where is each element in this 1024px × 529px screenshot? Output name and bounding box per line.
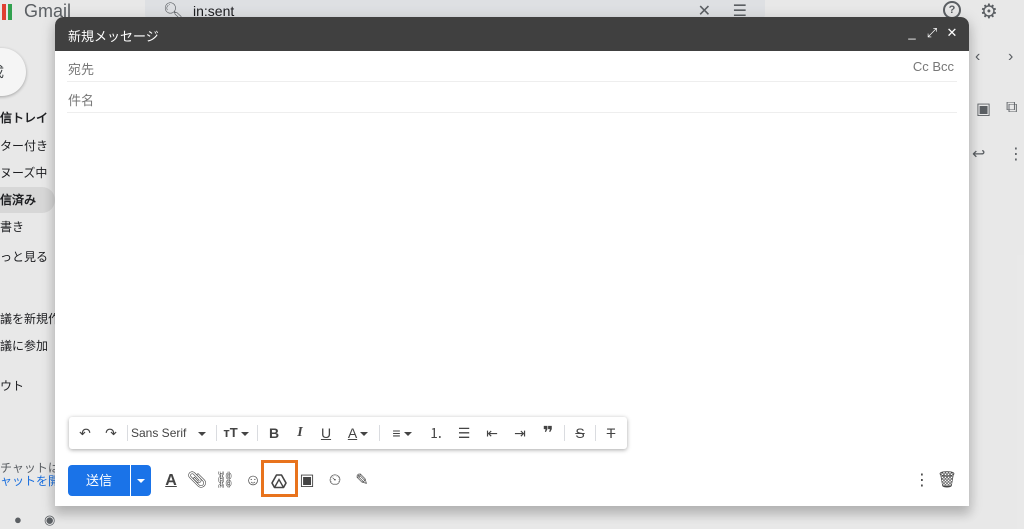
attach-file-icon[interactable]: 📎︎ <box>185 469 209 493</box>
formatting-toolbar: ↶ ↷ Sans Serif тT B I U A ≡ ⒈ ☰ ⇤ ⇥ ❞ S … <box>69 417 627 449</box>
insert-signature-icon[interactable]: ✎ <box>350 469 374 493</box>
indent-less-icon[interactable]: ⇤ <box>479 417 505 449</box>
indent-more-icon[interactable]: ⇥ <box>507 417 533 449</box>
confidential-mode-icon[interactable]: ⏲ <box>323 469 347 493</box>
separator <box>216 425 217 441</box>
font-family-label: Sans Serif <box>131 426 187 440</box>
bulleted-list-icon[interactable]: ☰ <box>451 417 477 449</box>
align-icon[interactable]: ≡ <box>385 417 419 449</box>
discard-draft-icon[interactable]: 🗑︎ <box>935 469 959 493</box>
minimize-icon[interactable]: _ <box>903 24 921 42</box>
remove-formatting-icon[interactable]: T <box>599 417 623 449</box>
undo-icon[interactable]: ↶ <box>73 417 97 449</box>
separator <box>379 425 380 441</box>
insert-link-icon[interactable]: ⛓ <box>213 469 237 493</box>
insert-photo-icon[interactable]: ▣ <box>295 469 319 493</box>
strikethrough-icon[interactable]: S <box>568 417 592 449</box>
redo-icon[interactable]: ↷ <box>99 417 123 449</box>
italic-icon[interactable]: I <box>288 417 312 449</box>
more-options-icon[interactable]: ⋮ <box>910 469 934 493</box>
send-options-button[interactable] <box>131 465 151 496</box>
numbered-list-icon[interactable]: ⒈ <box>423 417 449 449</box>
formatting-options-icon[interactable]: A <box>159 469 183 493</box>
text-color-icon[interactable]: A <box>341 417 375 449</box>
subject-field[interactable]: 件名 <box>67 82 957 113</box>
bold-icon[interactable]: B <box>262 417 286 449</box>
font-family-select[interactable]: Sans Serif <box>131 417 213 449</box>
to-label: 宛先 <box>68 62 95 77</box>
underline-icon[interactable]: U <box>314 417 338 449</box>
drive-highlight-box <box>261 460 298 497</box>
font-size-icon[interactable]: тT <box>219 417 253 449</box>
to-field[interactable]: 宛先 Cc Bcc <box>67 51 957 82</box>
compose-window: 新規メッセージ _ ⤢ ✕ 宛先 Cc Bcc 件名 ↶ ↷ Sans Seri… <box>55 17 969 506</box>
subject-label: 件名 <box>68 93 95 108</box>
compose-header[interactable]: 新規メッセージ _ ⤢ ✕ <box>55 17 969 51</box>
message-body[interactable] <box>67 114 957 414</box>
separator <box>257 425 258 441</box>
separator <box>564 425 565 441</box>
compose-title: 新規メッセージ <box>68 29 159 44</box>
close-icon[interactable]: ✕ <box>943 24 961 42</box>
separator <box>595 425 596 441</box>
separator <box>127 425 128 441</box>
chevron-down-icon <box>137 479 145 483</box>
cc-bcc-link[interactable]: Cc Bcc <box>913 59 954 74</box>
quote-icon[interactable]: ❞ <box>535 417 561 449</box>
send-button[interactable]: 送信 <box>68 465 130 496</box>
expand-icon[interactable]: ⤢ <box>923 24 941 42</box>
